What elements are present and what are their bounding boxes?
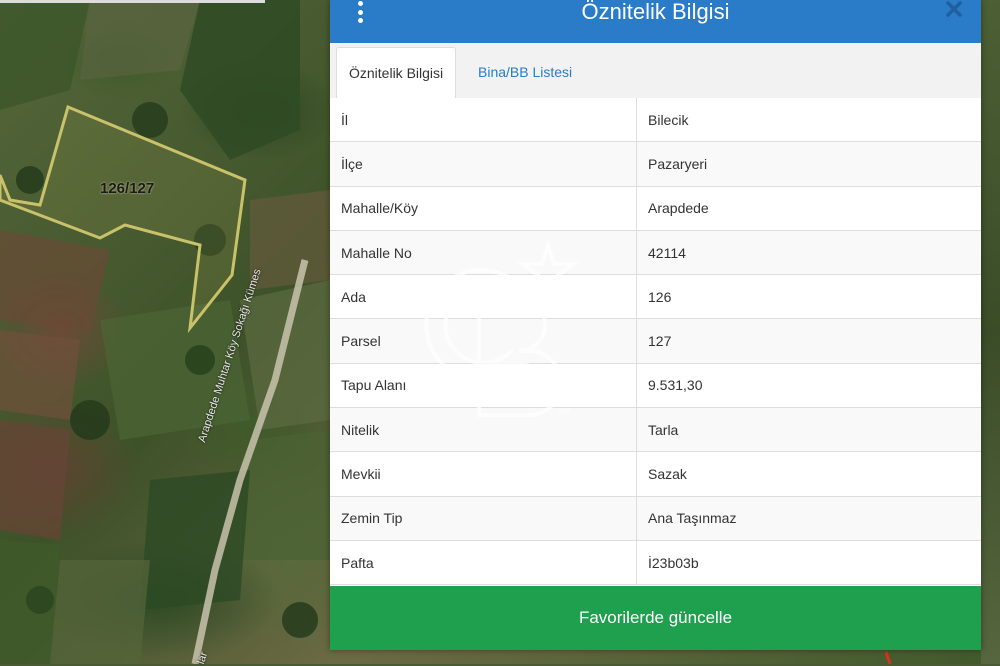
parcel-label: 126/127: [100, 180, 155, 197]
table-row: Pafta İ23b03b: [330, 540, 981, 586]
row-value: 42114: [648, 244, 686, 261]
table-row: Mahalle No 42114: [330, 230, 981, 276]
row-key: Zemin Tip: [330, 496, 637, 540]
row-key: Parsel: [330, 319, 637, 363]
row-key: Pafta: [330, 540, 637, 585]
row-value: Tarla: [648, 421, 679, 438]
row-value: Sazak: [648, 466, 687, 483]
tab-building-list[interactable]: Bina/BB Listesi: [466, 47, 584, 98]
table-row: Ada 126: [330, 275, 981, 320]
row-value: Bilecik: [648, 111, 689, 128]
close-icon[interactable]: [945, 0, 963, 18]
attribute-panel: Öznitelik Bilgisi Öznitelik Bilgisi Bina…: [330, 0, 981, 650]
attribute-table: İl Bilecik İlçe Pazaryeri Mahalle/Köy Ar…: [330, 98, 981, 586]
tab-attribute-info[interactable]: Öznitelik Bilgisi: [336, 47, 457, 99]
table-row: Mevkii Sazak: [330, 452, 981, 497]
panel-header: Öznitelik Bilgisi: [330, 0, 981, 43]
tab-bar: Öznitelik Bilgisi Bina/BB Listesi: [330, 43, 981, 99]
row-value: Arapdede: [648, 200, 709, 217]
table-row: Tapu Alanı 9.531,30: [330, 363, 981, 409]
row-key: Mevkii: [330, 452, 637, 496]
row-value: Pazaryeri: [648, 155, 708, 172]
map-right-strip: [981, 0, 1000, 664]
row-key: İlçe: [330, 142, 637, 186]
panel-title: Öznitelik Bilgisi: [581, 0, 730, 24]
row-value: 126: [648, 288, 672, 305]
table-row: İl Bilecik: [330, 98, 981, 143]
table-row: Zemin Tip Ana Taşınmaz: [330, 496, 981, 541]
row-key: Mahalle No: [330, 230, 637, 275]
row-value: 127: [648, 333, 672, 350]
row-key: Mahalle/Köy: [330, 186, 637, 230]
row-key: Ada: [330, 275, 637, 319]
row-key: İl: [330, 98, 637, 142]
table-row: Nitelik Tarla: [330, 408, 981, 453]
table-row: Parsel 127: [330, 319, 981, 364]
row-value: Ana Taşınmaz: [648, 510, 737, 527]
table-row: Mahalle/Köy Arapdede: [330, 186, 981, 231]
update-favorites-button[interactable]: Favorilerde güncelle: [330, 586, 981, 650]
row-key: Nitelik: [330, 408, 637, 452]
row-value: 9.531,30: [648, 377, 703, 394]
map-top-strip: [0, 0, 265, 3]
table-row: İlçe Pazaryeri: [330, 142, 981, 187]
row-value: İ23b03b: [648, 554, 699, 571]
row-key: Tapu Alanı: [330, 363, 637, 408]
